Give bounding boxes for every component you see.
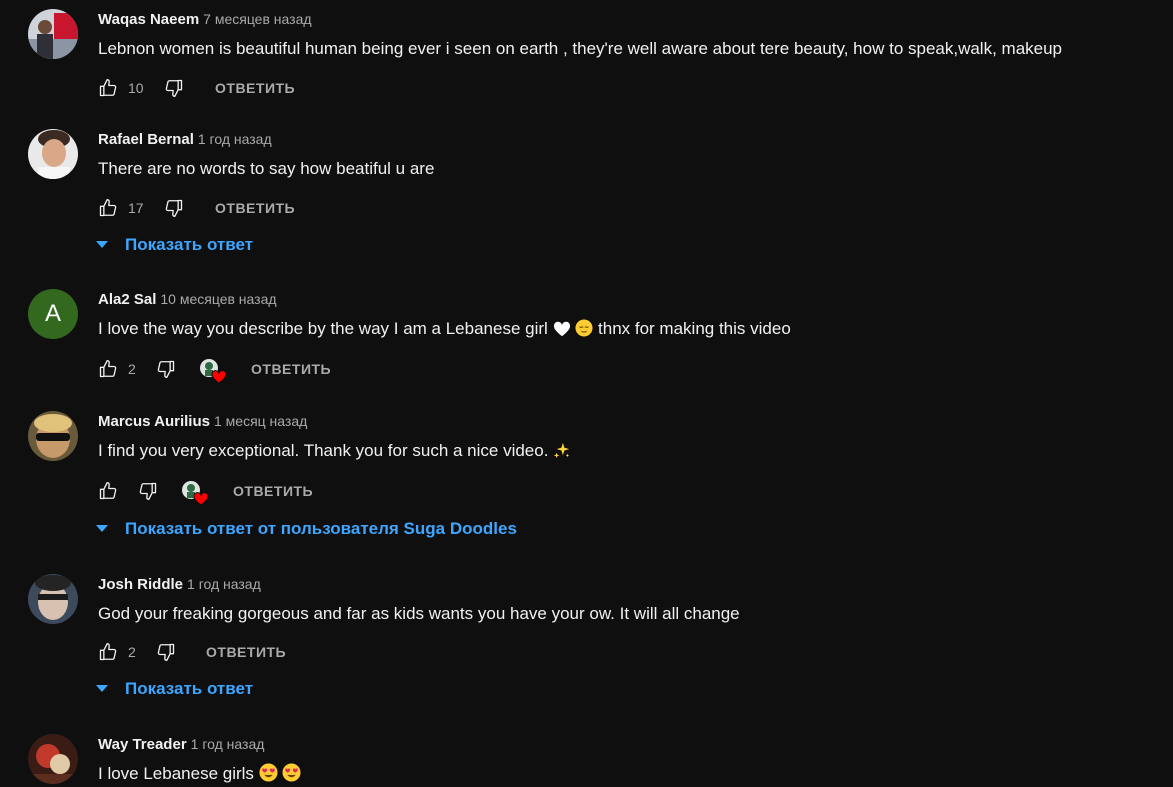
like-count: 2 [128, 361, 136, 377]
thumb-down-icon [165, 199, 183, 217]
show-replies-button[interactable]: Показать ответ [96, 677, 253, 701]
avatar[interactable]: A [28, 289, 78, 339]
sparkles-emoji-icon [554, 442, 570, 459]
caret-down-icon [96, 685, 108, 692]
show-replies-label: Показать ответ от пользователя Suga Dood… [125, 519, 517, 538]
comment-text: God your freaking gorgeous and far as ki… [98, 604, 740, 623]
comment-text: I find you very exceptional. Thank you f… [98, 440, 571, 462]
author-name[interactable]: Way Treader [98, 736, 187, 753]
like-button[interactable] [98, 640, 120, 664]
timestamp[interactable]: 10 месяцев назад [160, 291, 276, 307]
relieved-face-emoji-icon [575, 319, 593, 337]
reply-button[interactable]: ОТВЕТИТЬ [233, 479, 313, 503]
comment-text-part: thnx for making this video [598, 319, 791, 338]
thumb-down-icon [139, 482, 157, 500]
thumb-up-icon [99, 199, 117, 217]
dislike-button[interactable] [156, 640, 178, 664]
dislike-button[interactable] [164, 76, 186, 100]
show-replies-button[interactable]: Показать ответ [96, 233, 253, 257]
heart-eyes-emoji-icon [282, 763, 301, 782]
show-replies-button[interactable]: Показать ответ от пользователя Suga Dood… [96, 517, 517, 541]
comment-header: Waqas Naeem 7 месяцев назад [98, 9, 312, 30]
avatar[interactable] [28, 574, 78, 624]
dislike-button[interactable] [164, 196, 186, 220]
comment-text: I love the way you describe by the way I… [98, 318, 791, 340]
like-count: 2 [128, 644, 136, 660]
like-button[interactable] [98, 479, 120, 503]
avatar[interactable] [28, 411, 78, 461]
comment-header: Marcus Aurilius 1 месяц назад [98, 411, 307, 432]
comment-header: Ala2 Sal 10 месяцев назад [98, 289, 277, 310]
author-name[interactable]: Rafael Bernal [98, 131, 194, 148]
avatar-letter: A [44, 300, 61, 327]
like-count: 17 [128, 200, 144, 216]
thumb-up-icon [99, 79, 117, 97]
creator-heart-icon [198, 357, 228, 385]
comment-actions: 2 ОТВЕТИТЬ [98, 640, 798, 664]
reply-button[interactable]: ОТВЕТИТЬ [251, 357, 331, 381]
comment-header: Way Treader 1 год назад [98, 734, 264, 755]
creator-heart-icon [180, 479, 210, 507]
comment-text-part: I love Lebanese girls [98, 764, 254, 783]
dislike-button[interactable] [156, 357, 178, 381]
comment-header: Josh Riddle 1 год назад [98, 574, 261, 595]
timestamp[interactable]: 1 месяц назад [214, 413, 307, 429]
show-replies-label: Показать ответ [125, 679, 254, 698]
heart-eyes-emoji-icon [259, 763, 278, 782]
avatar[interactable] [28, 734, 78, 784]
like-button[interactable] [98, 196, 120, 220]
comment-text: Lebnon women is beautiful human being ev… [98, 39, 1063, 58]
caret-down-icon [96, 525, 108, 532]
comment-text: I love Lebanese girls [98, 763, 301, 785]
author-name[interactable]: Marcus Aurilius [98, 413, 210, 430]
reply-button[interactable]: ОТВЕТИТЬ [215, 76, 295, 100]
comment-actions: 2 ОТВЕТИТЬ [98, 357, 798, 384]
avatar[interactable] [28, 9, 78, 59]
thumb-up-icon [99, 482, 117, 500]
timestamp[interactable]: 1 год назад [198, 131, 272, 147]
thumb-up-icon [99, 360, 117, 378]
like-button[interactable] [98, 76, 120, 100]
thumb-up-icon [99, 643, 117, 661]
avatar[interactable] [28, 129, 78, 179]
timestamp[interactable]: 7 месяцев назад [203, 11, 311, 27]
comment-header: Rafael Bernal 1 год назад [98, 129, 272, 150]
thumb-down-icon [157, 643, 175, 661]
reply-button[interactable]: ОТВЕТИТЬ [215, 196, 295, 220]
thumb-down-icon [165, 79, 183, 98]
reply-button[interactable]: ОТВЕТИТЬ [206, 640, 286, 664]
author-name[interactable]: Waqas Naeem [98, 11, 199, 28]
timestamp[interactable]: 1 год назад [191, 736, 265, 752]
timestamp[interactable]: 1 год назад [187, 576, 261, 592]
author-name[interactable]: Ala2 Sal [98, 291, 156, 308]
show-replies-label: Показать ответ [125, 235, 254, 254]
thumb-down-icon [157, 360, 175, 378]
like-count: 10 [128, 80, 144, 96]
comment-text: There are no words to say how beatiful u… [98, 159, 435, 178]
author-name[interactable]: Josh Riddle [98, 576, 183, 593]
comment-actions: 17 ОТВЕТИТЬ [98, 196, 798, 220]
comment-actions: 10 ОТВЕТИТЬ [98, 76, 798, 100]
comment-text-part: I find you very exceptional. Thank you f… [98, 441, 549, 460]
comments-section: Waqas Naeem 7 месяцев назад Lebnon women … [0, 0, 1173, 787]
white-heart-emoji-icon [553, 321, 570, 337]
caret-down-icon [96, 241, 108, 248]
like-button[interactable] [98, 357, 120, 381]
comment-text-part: I love the way you describe by the way I… [98, 319, 548, 338]
comment-actions: ОТВЕТИТЬ [98, 479, 798, 506]
dislike-button[interactable] [138, 479, 160, 503]
